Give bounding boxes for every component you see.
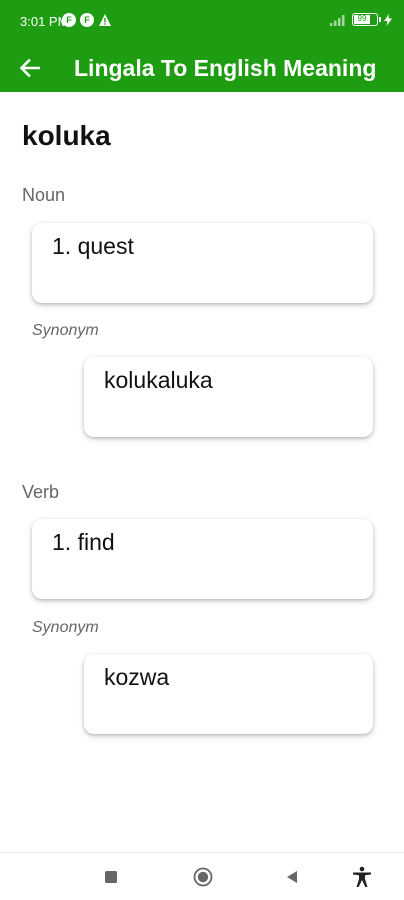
part-of-speech-label: Verb <box>22 482 60 502</box>
synonym-card: kolukaluka <box>84 357 373 437</box>
status-bar: 3:01 PM F F 99 <box>0 0 404 44</box>
synonym-text: kolukaluka <box>104 367 213 393</box>
arrow-left-icon <box>20 59 40 77</box>
word-heading: koluka <box>22 120 111 151</box>
signal-icon <box>330 14 345 26</box>
page-title: Lingala To English Meaning <box>74 54 377 81</box>
status-notification-icons: F F <box>62 13 112 27</box>
notification-app-icon-2: F <box>80 13 94 27</box>
part-of-speech-label: Noun <box>22 185 66 205</box>
recents-button[interactable] <box>97 863 125 891</box>
battery-level: 99 <box>354 15 370 24</box>
synonym-label: Synonym <box>32 322 99 339</box>
meaning-text: 1. quest <box>52 233 134 259</box>
notification-app-icon: F <box>62 13 76 27</box>
status-system-icons: 99 <box>330 13 392 26</box>
back-button[interactable] <box>0 44 60 92</box>
nav-back-button[interactable] <box>278 863 306 891</box>
meaning-text: 1. find <box>52 529 115 555</box>
square-icon <box>105 871 117 883</box>
accessibility-icon <box>353 866 371 887</box>
triangle-icon <box>287 871 297 883</box>
system-nav-bar <box>0 852 404 900</box>
toolbar: Lingala To English Meaning <box>0 44 404 92</box>
synonym-card: kozwa <box>84 654 373 734</box>
home-button[interactable] <box>189 863 217 891</box>
app-bar: 3:01 PM F F 99 Lingala To English Meanin… <box>0 0 404 92</box>
warning-icon <box>99 14 111 26</box>
synonym-label: Synonym <box>32 619 99 636</box>
circle-icon <box>193 867 213 887</box>
synonym-text: kozwa <box>104 664 170 690</box>
meaning-card: 1. find <box>32 519 373 599</box>
battery-icon: 99 <box>352 13 381 26</box>
charging-icon <box>384 13 392 26</box>
meaning-card: 1. quest <box>32 223 373 303</box>
accessibility-button[interactable] <box>348 863 376 891</box>
